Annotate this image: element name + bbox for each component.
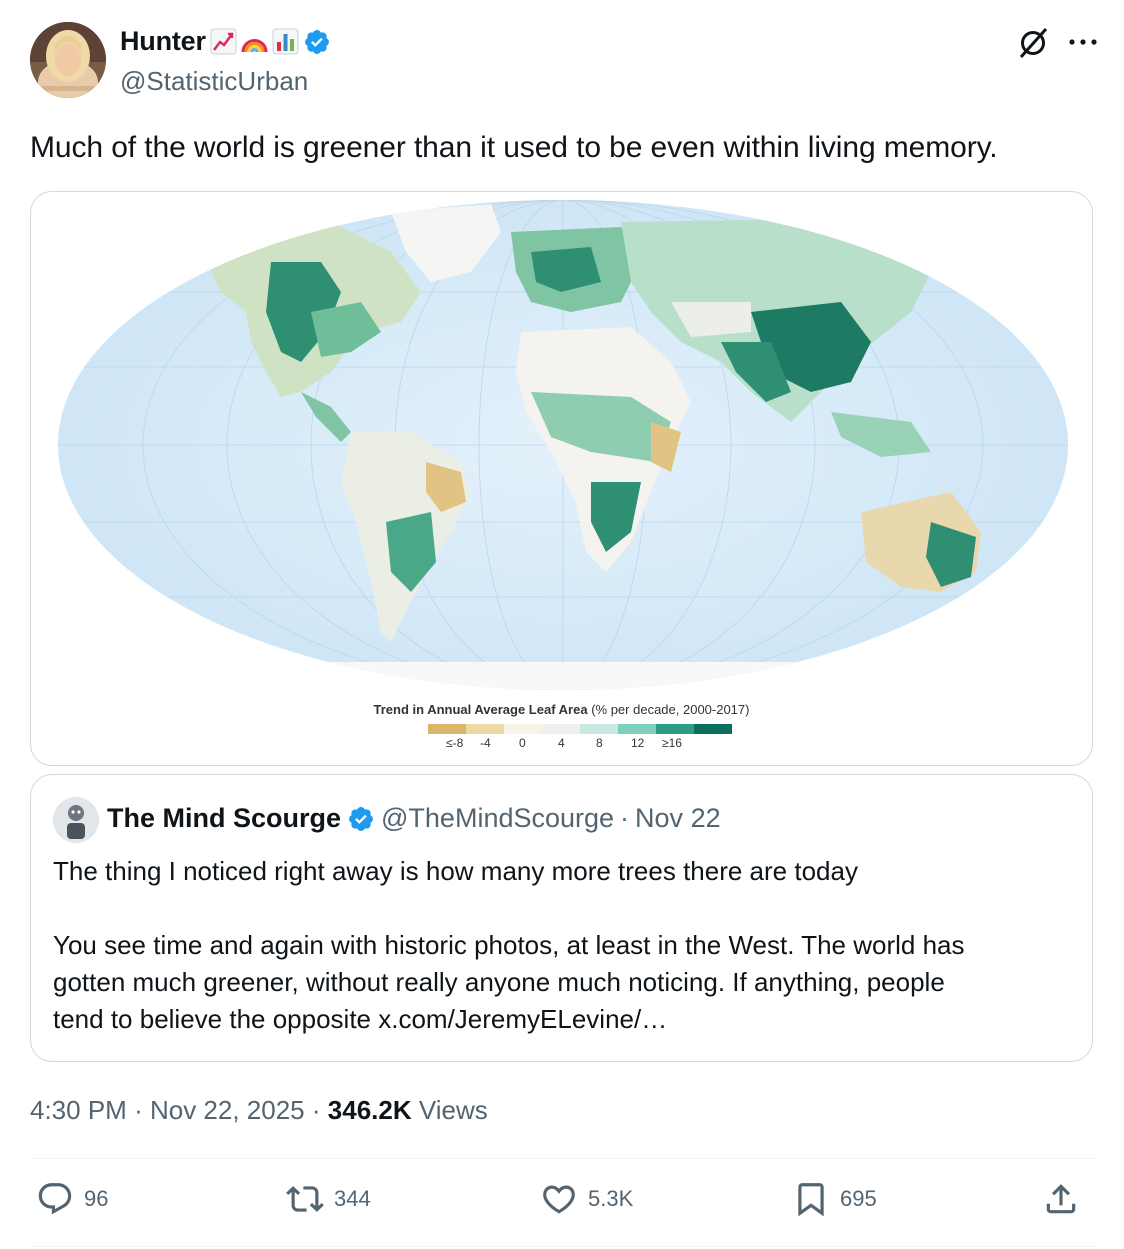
grok-icon[interactable] <box>1016 26 1050 60</box>
legend-tick: ≤-8 <box>446 736 464 750</box>
legend-swatch <box>580 724 618 734</box>
more-icon[interactable] <box>1066 30 1100 54</box>
repost-button[interactable]: 344 <box>286 1180 371 1218</box>
divider <box>30 1158 1094 1159</box>
legend-color-bar <box>428 724 732 734</box>
legend-swatch <box>618 724 656 734</box>
repost-count: 344 <box>334 1186 371 1211</box>
quoted-separator: · <box>620 803 630 833</box>
meta-separator: · <box>311 1095 321 1125</box>
like-icon <box>543 1185 575 1214</box>
share-button[interactable] <box>1042 1180 1080 1218</box>
quoted-tweet[interactable]: The Mind Scourge @TheMindScourge · Nov 2… <box>30 774 1093 1062</box>
quoted-author-name[interactable]: The Mind Scourge <box>107 803 341 834</box>
quoted-tweet-text: The thing I noticed right away is how ma… <box>53 853 1063 1038</box>
quoted-text-line: You see time and again with historic pho… <box>53 930 965 960</box>
legend-swatch <box>428 724 466 734</box>
bookmark-count: 695 <box>840 1186 877 1211</box>
quoted-text-spacer <box>53 890 1063 927</box>
tweet-date[interactable]: Nov 22, 2025 <box>150 1095 305 1125</box>
tweet-actions: 96 344 5.3K 695 <box>30 1180 1094 1232</box>
legend-tick: 12 <box>631 736 645 750</box>
world-map-image <box>58 200 1068 690</box>
quoted-text-line: gotten much greener, without really anyo… <box>53 967 945 997</box>
verified-badge-icon[interactable] <box>347 805 375 833</box>
quoted-text-line[interactable]: tend to believe the opposite x.com/Jerem… <box>53 1001 1063 1038</box>
legend-tick: 8 <box>596 736 603 750</box>
legend-swatch <box>542 724 580 734</box>
views-label: Views <box>418 1095 488 1125</box>
legend-swatch <box>504 724 542 734</box>
legend-tick: 0 <box>519 736 526 750</box>
tweet-time[interactable]: 4:30 PM <box>30 1095 127 1125</box>
quoted-author-handle[interactable]: @TheMindScourge <box>381 803 614 834</box>
tweet-media-image[interactable]: Trend in Annual Average Leaf Area (% per… <box>30 191 1093 766</box>
author-avatar[interactable] <box>30 22 106 98</box>
share-icon <box>1046 1184 1076 1214</box>
tweet-text: Much of the world is greener than it use… <box>30 131 998 164</box>
quoted-date[interactable]: Nov 22 <box>635 803 721 834</box>
meta-separator: · <box>134 1095 143 1125</box>
author-display-name[interactable]: Hunter <box>120 26 206 57</box>
views-count: 346.2K <box>327 1095 412 1125</box>
legend-ticks: ≤-8 -4 0 4 8 12 ≥16 <box>428 736 732 752</box>
bar-chart-emoji <box>272 28 299 55</box>
reply-count: 96 <box>84 1186 109 1211</box>
legend-tick: 4 <box>558 736 565 750</box>
author-handle[interactable]: @StatisticUrban <box>120 66 308 97</box>
divider <box>30 1246 1094 1247</box>
repost-icon <box>286 1186 324 1212</box>
like-count: 5.3K <box>588 1186 634 1211</box>
legend-title: Trend in Annual Average Leaf Area <box>373 702 588 717</box>
legend-swatch <box>656 724 694 734</box>
map-legend: Trend in Annual Average Leaf Area (% per… <box>31 702 1092 717</box>
quoted-author-avatar[interactable] <box>53 797 99 843</box>
legend-swatch <box>694 724 732 734</box>
legend-subtitle: (% per decade, 2000-2017) <box>591 702 750 717</box>
legend-swatch <box>466 724 504 734</box>
legend-title-row: Trend in Annual Average Leaf Area (% per… <box>31 702 1092 717</box>
verified-badge-icon[interactable] <box>303 28 331 56</box>
tweet-meta: 4:30 PM · Nov 22, 2025 · 346.2K Views <box>30 1095 488 1126</box>
like-button[interactable]: 5.3K <box>540 1180 633 1218</box>
bookmark-button[interactable]: 695 <box>792 1180 877 1218</box>
rainbow-emoji <box>241 39 268 53</box>
reply-button[interactable]: 96 <box>36 1180 108 1218</box>
reply-icon <box>38 1183 72 1215</box>
chart-increasing-emoji <box>210 28 237 55</box>
bookmark-icon <box>798 1183 824 1217</box>
legend-tick: ≥16 <box>662 736 682 750</box>
legend-tick: -4 <box>480 736 491 750</box>
quoted-text-line: The thing I noticed right away is how ma… <box>53 856 858 886</box>
tweet-header: Hunter @StatisticUrban <box>30 22 1100 102</box>
